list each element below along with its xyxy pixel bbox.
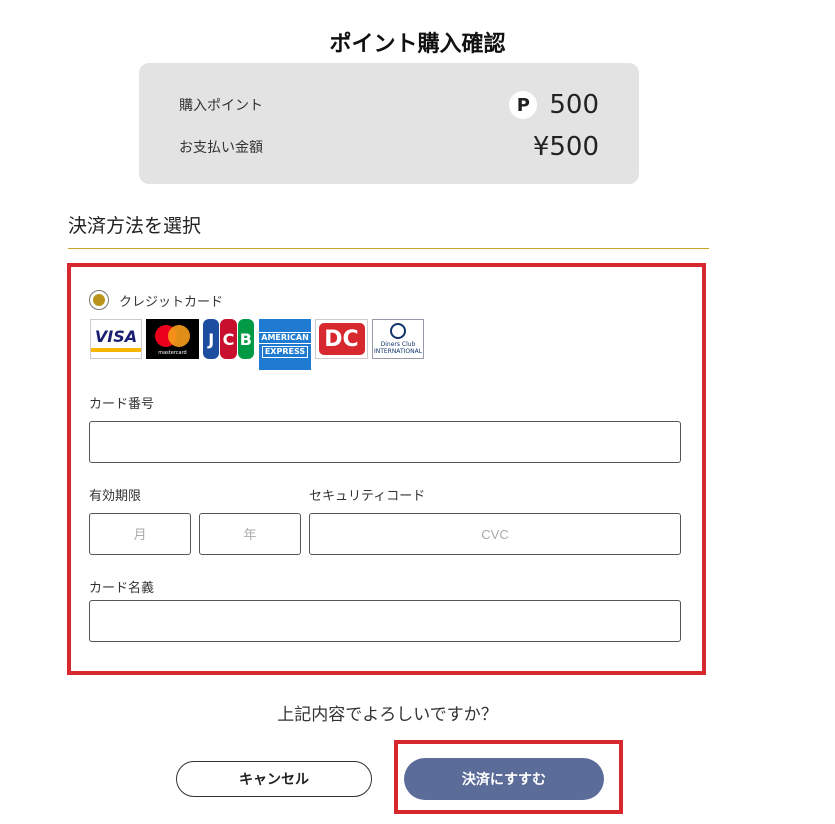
page-title: ポイント購入確認 [329,32,506,57]
mastercard-logo: mastercard [146,319,199,359]
jcb-logo: J C B [203,319,255,359]
diners-text: Diners Club [380,341,416,348]
credit-card-option[interactable]: クレジットカード [89,290,223,310]
credit-card-radio[interactable] [89,290,109,310]
jcb-c: C [220,319,237,359]
point-icon: P [509,91,538,119]
card-brands: VISA mastercard J C B AMERICAN EXPRESS D… [90,319,428,370]
purchase-summary: 購入ポイント P 500 お支払い金額 ¥500 [139,63,639,184]
card-name-input[interactable] [89,600,681,642]
mastercard-orange-circle [168,325,190,347]
card-number-label: カード番号 [89,397,155,412]
visa-text: VISA [94,326,138,346]
confirm-question: 上記内容でよろしいですか？ [277,705,498,725]
payment-amount-value: ¥500 [532,132,599,162]
expiry-month-input[interactable] [89,513,191,555]
credit-card-label: クレジットカード [119,294,224,310]
mastercard-text: mastercard [158,350,187,356]
payment-method-title: 決済方法を選択 [68,215,202,237]
purchase-points-label: 購入ポイント [179,98,263,114]
diners-intl-text: INTERNATIONAL [373,348,423,355]
expiry-label: 有効期限 [89,489,142,504]
section-divider [68,248,709,249]
jcb-j: J [203,319,220,359]
summary-row-payment: お支払い金額 ¥500 [179,131,599,163]
cvc-input[interactable] [309,513,681,555]
diners-ring-icon [390,323,406,339]
diners-club-logo: Diners Club INTERNATIONAL [372,319,424,359]
card-number-input[interactable] [89,421,681,463]
visa-logo: VISA [90,319,142,359]
dc-text: DC [318,323,365,355]
radio-selected-dot [93,294,105,306]
jcb-b: B [237,319,254,359]
points-amount: 500 [549,90,599,120]
visa-stripe [91,347,141,352]
amex-text-american: AMERICAN [258,331,312,344]
purchase-points-value: P 500 [509,90,599,120]
dc-logo: DC [315,319,368,359]
security-code-label: セキュリティコード [309,489,426,504]
cancel-button[interactable]: キャンセル [176,761,372,797]
proceed-payment-button[interactable]: 決済にすすむ [404,758,604,800]
amex-text-express: EXPRESS [261,345,309,358]
amex-logo: AMERICAN EXPRESS [258,319,312,370]
expiry-year-input[interactable] [199,513,301,555]
card-name-label: カード名義 [89,581,155,596]
summary-row-points: 購入ポイント P 500 [179,89,599,121]
payment-amount-label: お支払い金額 [179,140,263,156]
